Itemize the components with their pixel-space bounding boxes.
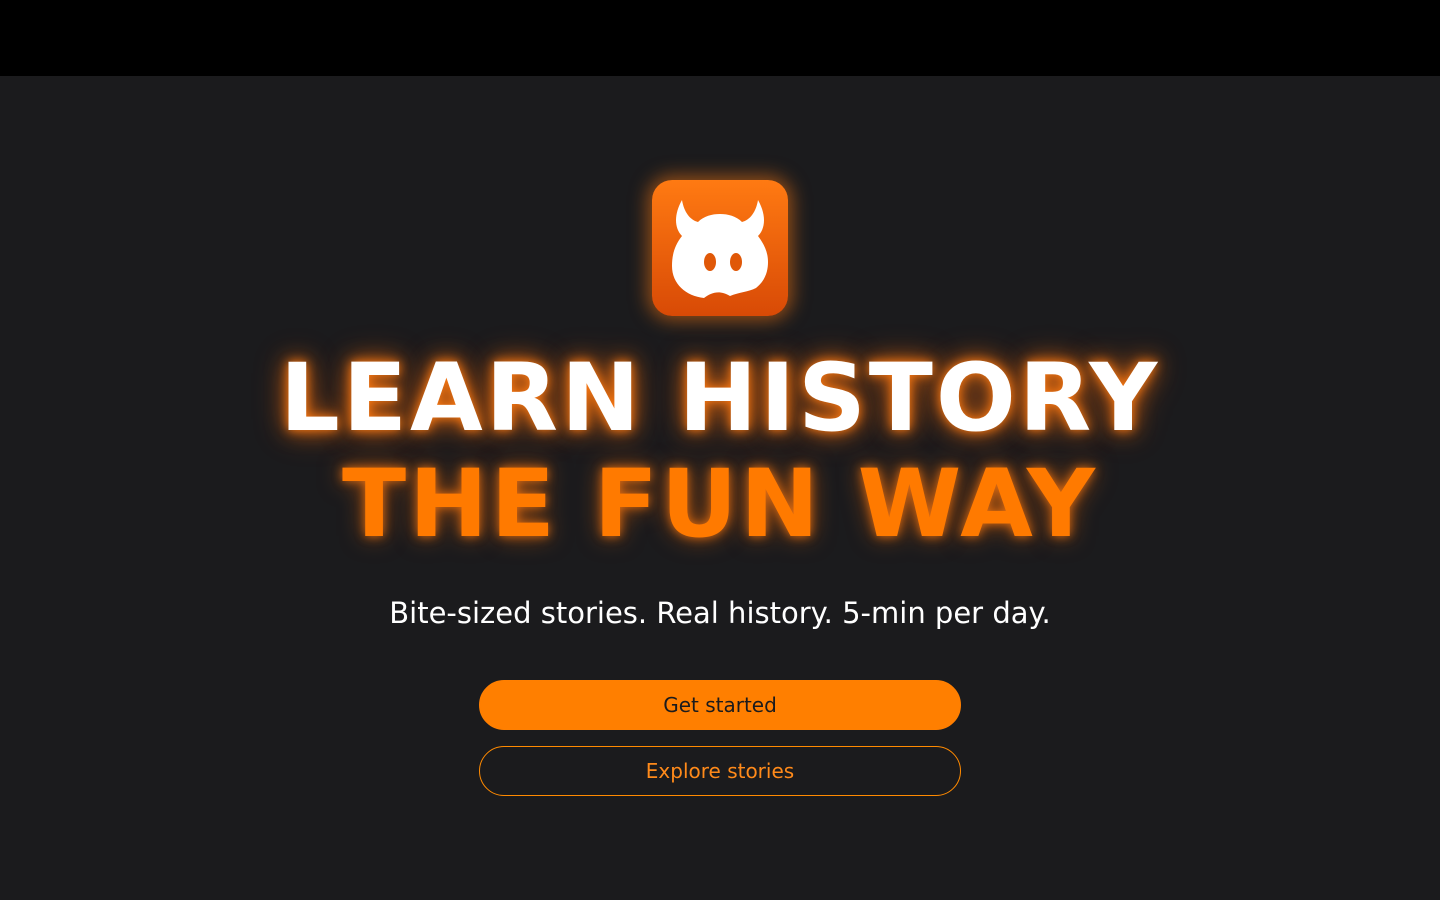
top-bar	[0, 0, 1440, 76]
app-logo	[652, 180, 788, 316]
explore-stories-button[interactable]: Explore stories	[479, 746, 961, 796]
headline-primary: LEARN HISTORY	[279, 344, 1161, 453]
headline-accent: THE FUN WAY	[342, 450, 1098, 559]
get-started-button[interactable]: Get started	[479, 680, 961, 730]
horned-mascot-icon	[672, 200, 768, 298]
tagline: Bite-sized stories. Real history. 5-min …	[389, 596, 1051, 630]
